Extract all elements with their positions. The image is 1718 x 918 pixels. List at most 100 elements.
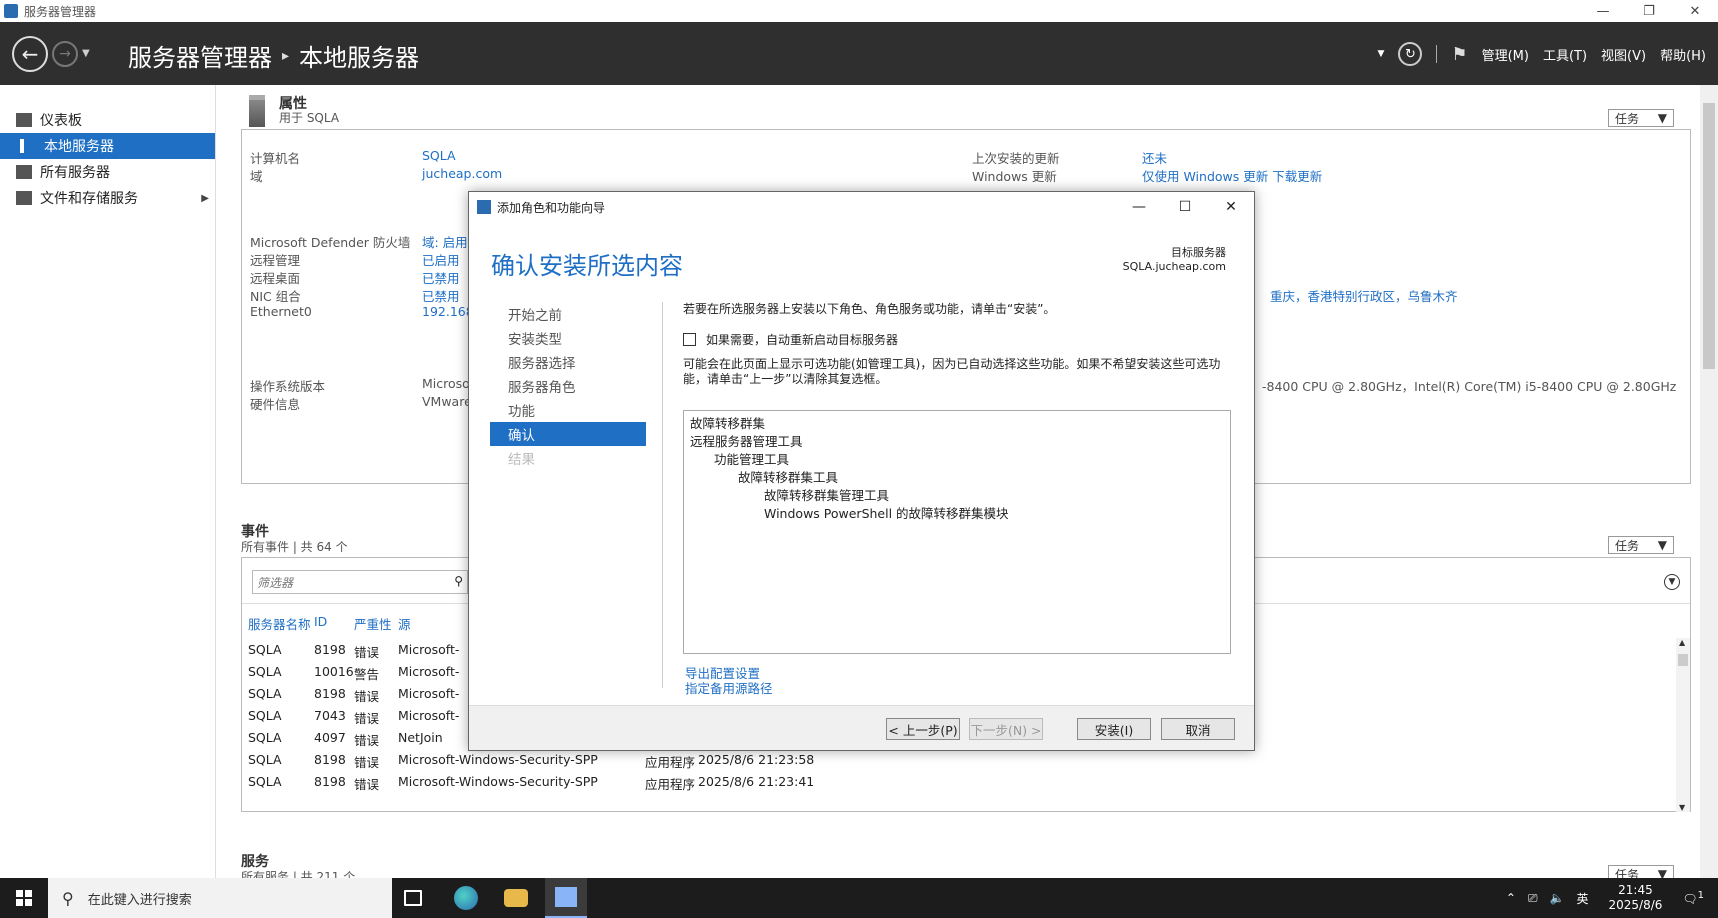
install-button[interactable]: 安装(I) xyxy=(1077,718,1151,740)
restore-button[interactable]: ❐ xyxy=(1626,0,1672,22)
prop-last-update[interactable]: 还未 xyxy=(1142,148,1167,167)
taskbar-search-box[interactable]: ⚲ 在此键入进行搜索 xyxy=(48,878,392,918)
services-tasks-button[interactable]: 任务 ▼ xyxy=(1608,865,1674,878)
all-servers-icon xyxy=(16,165,32,179)
prop-remote-management[interactable]: 已启用 xyxy=(422,250,460,269)
collapse-chevron-icon[interactable]: ▼ xyxy=(1664,574,1680,590)
col-header-id[interactable]: ID xyxy=(314,614,327,629)
expand-arrow-icon[interactable]: ▶ xyxy=(201,193,209,204)
table-cell: 错误 xyxy=(354,777,380,792)
menu-view[interactable]: 视图(V) xyxy=(1601,45,1646,64)
cancel-button[interactable]: 取消 xyxy=(1161,718,1235,740)
table-row[interactable]: SQLA 8198 错误 Microsoft-Windows-Security-SPP… xyxy=(242,749,1682,771)
events-filter-input[interactable]: 筛选器 ⚲ xyxy=(252,570,468,594)
wizard-step-confirm[interactable]: 确认 xyxy=(490,422,646,446)
scroll-up-icon[interactable]: ▲ xyxy=(1679,638,1685,647)
wizard-step-features[interactable]: 功能 xyxy=(490,398,646,422)
events-scrollbar[interactable]: ▲ ▼ xyxy=(1676,638,1690,812)
table-row[interactable]: SQLA 8198 错误 Microsoft-Windows-Security-SPP… xyxy=(242,771,1682,793)
header-divider xyxy=(1436,45,1438,63)
server-manager-taskbar-item[interactable] xyxy=(545,878,587,918)
table-cell: 8198 xyxy=(314,752,346,767)
previous-button[interactable]: < 上一步(P) xyxy=(886,718,960,740)
wizard-minimize-button[interactable]: — xyxy=(1116,192,1162,222)
breadcrumb-current: 本地服务器 xyxy=(299,44,420,72)
wizard-step-server-selection[interactable]: 服务器选择 xyxy=(490,350,646,374)
next-button[interactable]: 下一步(N) > xyxy=(969,718,1043,740)
window-titlebar: 服务器管理器 — ❐ ✕ xyxy=(0,0,1718,22)
edge-browser-icon[interactable] xyxy=(454,886,478,910)
sidebar-item-all-servers[interactable]: 所有服务器 xyxy=(0,159,215,185)
table-cell: 7043 xyxy=(314,708,346,723)
back-button[interactable]: ← xyxy=(12,36,48,72)
wizard-target-server: 目标服务器 SQLA.jucheap.com xyxy=(1123,246,1226,274)
table-cell: 8198 xyxy=(314,774,346,789)
restart-checkbox-row[interactable]: 如果需要，自动重新启动目标服务器 xyxy=(683,331,1233,348)
prop-timezone[interactable]: 重庆，香港特别行政区，乌鲁木齐 xyxy=(1270,286,1458,305)
table-cell: 2025/8/6 21:23:58 xyxy=(698,752,815,767)
header-dropdown-icon[interactable]: ▼ xyxy=(1378,49,1385,59)
col-header-source[interactable]: 源 xyxy=(398,614,411,633)
wizard-title: 添加角色和功能向导 xyxy=(497,200,606,215)
prop-label: NIC 组合 xyxy=(250,289,301,304)
prop-computer-name[interactable]: SQLA xyxy=(422,148,456,163)
prop-windows-update[interactable]: 仅使用 Windows 更新 下载更新 xyxy=(1142,166,1322,185)
history-dropdown-icon[interactable]: ▼ xyxy=(82,48,90,59)
scroll-thumb[interactable] xyxy=(1678,654,1688,666)
clock[interactable]: 21:45 2025/8/6 xyxy=(1608,883,1662,913)
wizard-close-button[interactable]: ✕ xyxy=(1208,192,1254,222)
refresh-icon[interactable]: ↻ xyxy=(1398,42,1423,66)
properties-tasks-button[interactable]: 任务 ▼ xyxy=(1608,109,1674,127)
export-config-link[interactable]: 导出配置设置 xyxy=(685,666,773,681)
prop-domain[interactable]: jucheap.com xyxy=(422,166,502,181)
forward-button[interactable]: → xyxy=(52,41,78,67)
wizard-divider xyxy=(662,302,663,688)
col-header-severity[interactable]: 严重性 xyxy=(354,614,392,633)
prop-remote-desktop[interactable]: 已禁用 xyxy=(422,268,460,287)
col-header-server[interactable]: 服务器名称 xyxy=(248,614,311,633)
prop-hardware: VMware xyxy=(422,394,472,409)
notification-center-icon[interactable]: 🗨1 xyxy=(1682,890,1704,906)
sidebar-item-dashboard[interactable]: 仪表板 xyxy=(0,107,215,133)
prop-firewall[interactable]: 域: 启用 xyxy=(422,232,468,251)
menu-manage[interactable]: 管理(M) xyxy=(1482,45,1529,64)
wizard-step-install-type[interactable]: 安装类型 xyxy=(490,326,646,350)
prop-label: 域 xyxy=(250,169,263,184)
start-button[interactable] xyxy=(0,878,48,918)
events-tasks-button[interactable]: 任务 ▼ xyxy=(1608,536,1674,554)
menu-tools[interactable]: 工具(T) xyxy=(1543,45,1587,64)
task-view-icon[interactable] xyxy=(404,890,422,906)
table-cell: SQLA xyxy=(248,774,282,789)
wizard-step-before[interactable]: 开始之前 xyxy=(490,302,646,326)
list-item: 故障转移群集管理工具 xyxy=(764,488,890,503)
search-icon[interactable]: ⚲ xyxy=(454,574,463,588)
tray-chevron-icon[interactable]: ⌃ xyxy=(1506,891,1516,905)
prop-label: 计算机名 xyxy=(250,151,301,166)
scroll-down-icon[interactable]: ▼ xyxy=(1679,803,1685,812)
minimize-button[interactable]: — xyxy=(1580,0,1626,22)
network-icon[interactable]: ⎚ xyxy=(1528,891,1538,906)
menu-help[interactable]: 帮助(H) xyxy=(1660,45,1706,64)
sidebar-item-local-server[interactable]: 本地服务器 xyxy=(0,133,215,159)
prop-label: 远程管理 xyxy=(250,253,301,268)
list-item: 功能管理工具 xyxy=(714,452,790,467)
page-scrollbar[interactable] xyxy=(1700,85,1718,878)
table-cell: 错误 xyxy=(354,689,380,704)
tasks-label: 任务 xyxy=(1615,867,1640,879)
page-scroll-thumb[interactable] xyxy=(1703,103,1715,369)
breadcrumb-root[interactable]: 服务器管理器 xyxy=(128,38,272,73)
close-button[interactable]: ✕ xyxy=(1672,0,1718,22)
file-explorer-icon[interactable] xyxy=(504,889,528,907)
table-cell: SQLA xyxy=(248,752,282,767)
sidebar-item-file-storage[interactable]: 文件和存储服务 ▶ xyxy=(0,185,215,211)
volume-icon[interactable]: 🔈 xyxy=(1550,891,1565,905)
wizard-step-server-roles[interactable]: 服务器角色 xyxy=(490,374,646,398)
alternate-source-link[interactable]: 指定备用源路径 xyxy=(685,681,773,696)
notifications-flag-icon[interactable]: ⚑ xyxy=(1451,44,1467,65)
prop-nic-teaming[interactable]: 已禁用 xyxy=(422,286,460,305)
restart-checkbox[interactable] xyxy=(683,333,696,346)
wizard-maximize-button[interactable]: ☐ xyxy=(1162,192,1208,222)
restart-checkbox-label[interactable]: 如果需要，自动重新启动目标服务器 xyxy=(706,331,898,348)
taskbar: ⚲ 在此键入进行搜索 ⌃ ⎚ 🔈 英 21:45 2025/8/6 🗨1 xyxy=(0,878,1718,918)
ime-indicator[interactable]: 英 xyxy=(1576,890,1588,907)
